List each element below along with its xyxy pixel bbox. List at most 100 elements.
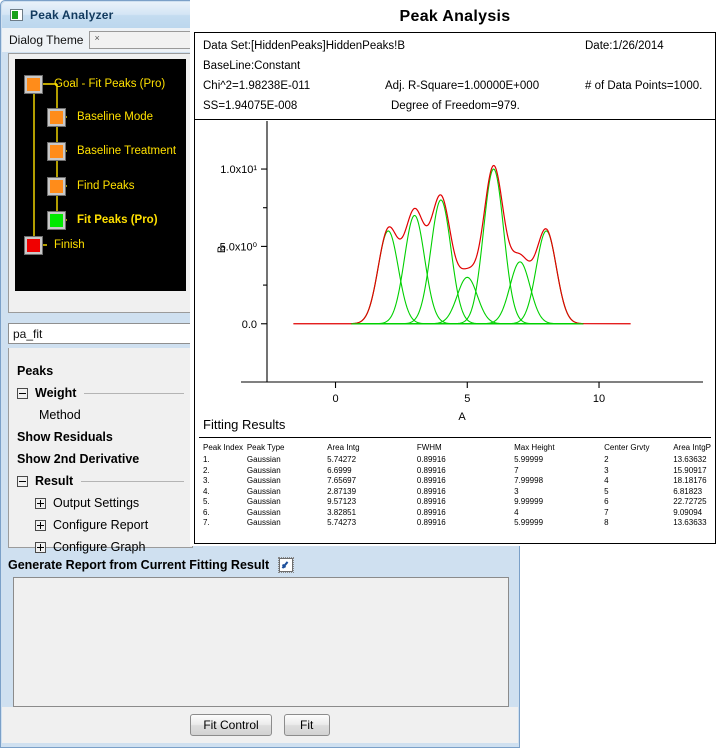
table-cell: 9.09094	[673, 507, 703, 517]
status-box	[48, 177, 65, 195]
fitting-results-table: Peak Index Peak Type Area Intg FWHM Max Heig…	[203, 443, 711, 529]
settings-item-peaks[interactable]: Peaks	[17, 360, 192, 382]
wizard-node-label: Goal - Fit Peaks (Pro)	[54, 78, 166, 90]
table-header-row: Peak Index Peak Type Area Intg FWHM Max Heig…	[203, 443, 711, 455]
table-row: 2. Gaussian 6.6999 0.89916 7 3 15.90917	[203, 466, 711, 477]
table-cell: 3.82851	[327, 507, 357, 517]
wizard-node-label: Baseline Treatment	[77, 145, 177, 157]
peak-component-curve-5	[351, 168, 584, 325]
table-cell: 22.72725	[673, 497, 707, 506]
table-cell: 7.	[203, 518, 210, 527]
report-page-title: Peak Analysis	[399, 8, 511, 25]
header-date: Date:1/26/2014	[585, 40, 664, 52]
table-cell: 6.81823	[673, 486, 703, 496]
column-header: Area IntgP	[673, 443, 711, 452]
table-cell: Gaussian	[246, 476, 281, 485]
wizard-node-fit-peaks[interactable]: Fit Peaks (Pro)	[48, 210, 158, 230]
column-header: Peak Type	[246, 443, 285, 452]
table-cell: 9.99999	[514, 497, 544, 506]
table-row: 5. Gaussian 9.57123 0.89916 9.99999 6 22.72725	[203, 497, 711, 508]
lower-client-pane	[13, 577, 509, 707]
table-cell: Gaussian	[246, 507, 281, 517]
table-cell: 7	[514, 465, 519, 475]
table-cell: Gaussian	[246, 497, 281, 506]
table-body: 1. Gaussian 5.74272 0.89916 5.99999 2 13.63632…	[203, 455, 711, 529]
table-row: 6. Gaussian 3.82851 0.89916 4 7 9.09094	[203, 508, 711, 519]
dialog-button-bar: Fit Control Fit	[2, 707, 518, 743]
table-cell: 0.89916	[416, 518, 446, 527]
status-box	[48, 108, 65, 126]
wizard-node-label: Fit Peaks (Pro)	[77, 214, 158, 226]
table-cell: Gaussian	[246, 455, 281, 464]
header-data-points: # of Data Points=1000.	[585, 80, 703, 92]
caption-divider	[199, 437, 711, 438]
table-cell: 5.99999	[514, 518, 544, 527]
header-ss: SS=1.94075E-008	[203, 100, 298, 112]
fitting-results-caption: Fitting Results	[203, 417, 286, 432]
wizard-node-label: Find Peaks	[77, 180, 135, 192]
column-header: FWHM	[416, 443, 442, 452]
settings-item-label: Peaks	[17, 364, 54, 378]
table-cell: 1.	[203, 455, 210, 464]
table-cell: 5	[604, 486, 609, 496]
generate-report-checkbox[interactable]	[278, 557, 295, 573]
fit-button[interactable]: Fit	[283, 714, 330, 736]
wizard-node-finish[interactable]: Finish	[25, 235, 85, 255]
column-header: Max Height	[514, 443, 555, 452]
wizard-node-find-peaks[interactable]: Find Peaks	[48, 176, 135, 196]
table-row: 7. Gaussian 5.74273 0.89916 5.99999 8 13.63633	[203, 518, 711, 529]
header-dof: Degree of Freedom=979.	[391, 100, 520, 112]
table-row: 3. Gaussian 7.65697 0.89916 7.99998 4 18.18176	[203, 476, 711, 487]
wizard-tree-panel: Goal - Fit Peaks (Pro) Baseline Mode Bas…	[8, 53, 193, 313]
cumulative-fit-curve	[293, 164, 631, 325]
wizard-node-baseline-mode[interactable]: Baseline Mode	[48, 107, 153, 127]
peak-component-curve-6	[351, 261, 584, 325]
generate-report-row[interactable]: Generate Report from Current Fitting Res…	[8, 553, 514, 577]
column-header: Peak Index	[203, 443, 244, 452]
table-cell: 0.89916	[416, 465, 446, 475]
table-cell: 0.89916	[416, 497, 446, 506]
settings-item-show-residuals[interactable]: Show Residuals	[17, 426, 192, 448]
expand-plus-icon[interactable]	[35, 497, 46, 509]
dialog-theme-label: Dialog Theme	[9, 33, 84, 47]
table-cell: 6.	[203, 507, 210, 517]
wizard-tree: Goal - Fit Peaks (Pro) Baseline Mode Bas…	[15, 59, 186, 291]
section-rule	[81, 480, 184, 482]
collapse-minus-icon[interactable]	[17, 475, 28, 487]
settings-item-label: Show 2nd Derivative	[17, 452, 140, 466]
fit-control-button[interactable]: Fit Control	[190, 714, 272, 736]
settings-item-configure-report[interactable]: Configure Report	[17, 514, 192, 536]
wizard-node-baseline-treatment[interactable]: Baseline Treatment	[48, 141, 176, 161]
table-cell: 5.74272	[327, 455, 357, 464]
settings-item-weight[interactable]: Weight	[17, 382, 192, 404]
table-cell: 7.65697	[327, 476, 357, 485]
expand-plus-icon[interactable]	[35, 519, 46, 531]
table-cell: 0.89916	[416, 455, 446, 464]
collapse-minus-icon[interactable]	[17, 387, 28, 399]
table-cell: 9.57123	[327, 497, 357, 506]
settings-item-method[interactable]: Method	[17, 404, 192, 426]
settings-item-label: Show Residuals	[17, 430, 113, 444]
column-header: Area Intg	[327, 443, 360, 452]
wizard-node-goal-fit-peaks[interactable]: Goal - Fit Peaks (Pro)	[25, 74, 165, 94]
header-adj-r-square: Adj. R-Square=1.00000E+000	[385, 80, 540, 92]
y-axis-title: B	[216, 246, 228, 253]
settings-item-show-2nd-derivative[interactable]: Show 2nd Derivative	[17, 448, 192, 470]
table-cell: 2.	[203, 465, 210, 475]
status-box	[25, 75, 42, 93]
settings-name-field[interactable]: pa_fit	[8, 323, 193, 344]
table-cell: 3.	[203, 476, 210, 485]
table-cell: 0.89916	[416, 507, 446, 517]
header-chi2: Chi^2=1.98238E-011	[203, 80, 311, 92]
header-baseline: BaseLine:Constant	[203, 60, 301, 72]
peak-component-curve-4	[351, 276, 584, 325]
table-cell: 6.6999	[327, 465, 352, 475]
table-cell: 5.99999	[514, 455, 544, 464]
settings-item-result[interactable]: Result	[17, 470, 192, 492]
settings-item-output-settings[interactable]: Output Settings	[17, 492, 192, 514]
table-cell: 15.90917	[673, 465, 707, 475]
monitor-icon	[10, 9, 23, 21]
table-cell: 8	[604, 518, 609, 527]
section-rule	[84, 392, 184, 394]
expand-plus-icon[interactable]	[35, 541, 46, 553]
